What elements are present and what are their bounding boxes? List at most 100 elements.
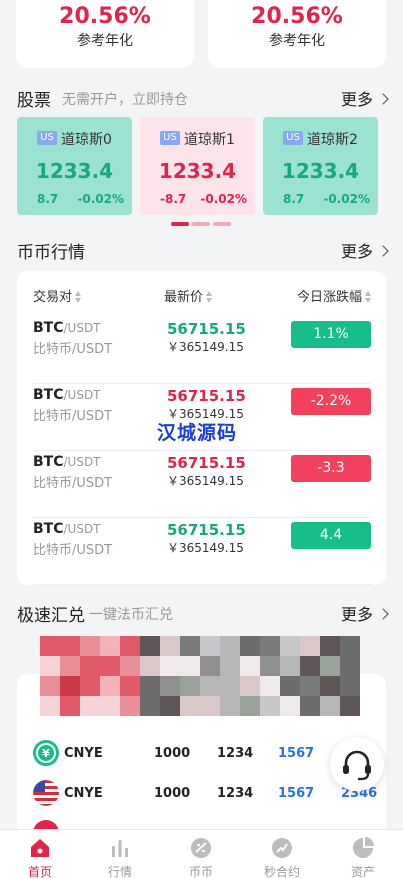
carousel-dot[interactable]: [213, 222, 231, 226]
stock-percent: -0.02%: [200, 192, 247, 206]
carousel-dot-active[interactable]: [171, 222, 189, 226]
nav-item-coin[interactable]: 币币: [161, 830, 241, 879]
stock-percent: -0.02%: [77, 192, 124, 206]
col-header-label: 交易对: [33, 290, 73, 305]
stock-name: 道琼斯1: [184, 132, 235, 148]
nav-label: 秒合约: [263, 865, 300, 879]
exchange-row[interactable]: ¥ CNYE 1000 1234 1567 2: [33, 740, 373, 768]
rate-value: 1234: [217, 786, 254, 801]
yield-cards: 20.56% 参考年化 20.56% 参考年化: [0, 0, 403, 70]
nav-item-market[interactable]: 行情: [80, 830, 160, 879]
chevron-right-icon: [377, 608, 389, 620]
bottom-nav: 首页 行情 币币 秒合约 资产: [0, 829, 403, 879]
nav-label: 资产: [350, 865, 375, 879]
us-flag-icon: [33, 780, 59, 806]
sort-icon: [365, 291, 371, 303]
change-badge[interactable]: -2.2%: [291, 388, 371, 415]
exchange-row[interactable]: CNYE 1000 1234 1567 2346: [33, 780, 377, 808]
rate-value: 1234: [217, 746, 254, 761]
pair-name: 比特币/USDT: [33, 476, 113, 491]
section-subtitle: 无需开户，立即持仓: [62, 92, 188, 108]
rate-value: 1000: [154, 786, 191, 801]
market-more-link[interactable]: 更多: [340, 238, 389, 262]
stock-price: 1233.4: [35, 159, 114, 183]
stock-price: 1233.4: [281, 159, 360, 183]
nav-label: 首页: [27, 865, 52, 879]
change-badge[interactable]: 4.4: [291, 522, 371, 549]
pixelated-region: [40, 636, 360, 716]
col-header-pair[interactable]: 交易对: [33, 286, 82, 305]
sort-icon: [75, 291, 82, 303]
quote-symbol: /USDT: [63, 522, 101, 536]
svg-text:¥: ¥: [42, 747, 50, 760]
rate-value: 1000: [154, 746, 191, 761]
exchange-section-header: 极速汇兑 一键法币汇兑 更多: [17, 601, 389, 626]
pair-name: 比特币/USDT: [33, 409, 113, 424]
stock-name: 道琼斯2: [307, 132, 358, 148]
us-badge: US: [160, 131, 180, 145]
yield-card[interactable]: 20.56% 参考年化: [208, 0, 386, 68]
stock-price: 1233.4: [158, 159, 237, 183]
col-header-change[interactable]: 今日涨跌幅: [297, 286, 371, 305]
coin-icon: [191, 838, 211, 858]
carousel-dot[interactable]: [192, 222, 210, 226]
us-badge: US: [37, 131, 57, 145]
last-price: 56715.15: [167, 387, 246, 405]
pair-name: 比特币/USDT: [33, 342, 113, 357]
sort-icon: [206, 291, 213, 303]
section-title: 极速汇兑: [17, 606, 85, 626]
currency-code: CNYE: [64, 746, 103, 761]
stocks-section-header: 股票 无需开户，立即持仓 更多: [17, 86, 389, 111]
exchange-more-link[interactable]: 更多: [340, 601, 389, 625]
yield-label: 参考年化: [77, 33, 133, 49]
nav-item-assets[interactable]: 资产: [323, 830, 403, 879]
stock-change: -8.7: [160, 192, 187, 206]
quote-symbol: /USDT: [63, 321, 101, 335]
customer-service-button[interactable]: [330, 737, 384, 791]
bar-chart-icon: [112, 840, 128, 857]
base-symbol: BTC: [33, 454, 64, 470]
table-row[interactable]: BTC/USDT 比特币/USDT 56715.15 ￥365149.15 1.…: [33, 318, 371, 384]
base-symbol: BTC: [33, 521, 64, 537]
section-title: 股票: [17, 91, 51, 111]
table-row[interactable]: BTC/USDT 比特币/USDT 56715.15 ￥365149.15 -3…: [33, 452, 371, 518]
nav-item-contract[interactable]: 秒合约: [242, 830, 322, 879]
stock-change: 8.7: [37, 192, 59, 206]
yield-value: 20.56%: [251, 4, 343, 29]
pair-name: 比特币/USDT: [33, 543, 113, 558]
yield-card[interactable]: 20.56% 参考年化: [16, 0, 194, 68]
headset-icon: [343, 750, 371, 781]
last-price: 56715.15: [167, 454, 246, 472]
stock-card[interactable]: US 道琼斯2 1233.4 8.7 -0.02%: [263, 117, 378, 215]
stock-card[interactable]: US 道琼斯1 1233.4 -8.7 -0.02%: [140, 117, 255, 215]
more-label: 更多: [340, 90, 373, 109]
nav-item-home[interactable]: 首页: [0, 830, 80, 879]
cny-price: ￥365149.15: [167, 340, 244, 354]
base-symbol: BTC: [33, 320, 64, 336]
market-section-header: 币币行情 更多: [17, 238, 389, 263]
pair-symbol: BTC/USDT: [33, 454, 101, 470]
more-label: 更多: [340, 605, 373, 624]
currency-code: CNYE: [64, 786, 103, 801]
nav-label: 行情: [107, 865, 132, 879]
rate-value: 1567: [278, 786, 315, 801]
change-badge[interactable]: -3.3: [291, 455, 371, 482]
pair-symbol: BTC/USDT: [33, 320, 101, 336]
change-badge[interactable]: 1.1%: [291, 321, 371, 348]
yield-value: 20.56%: [59, 4, 151, 29]
us-badge: US: [283, 131, 303, 145]
more-label: 更多: [340, 242, 373, 261]
quote-symbol: /USDT: [63, 388, 101, 402]
stock-card[interactable]: US 道琼斯0 1233.4 8.7 -0.02%: [17, 117, 132, 215]
watermark-text: 汉城源码: [157, 422, 238, 444]
nav-label: 币币: [188, 865, 213, 879]
section-subtitle: 一键法币汇兑: [89, 607, 173, 623]
chevron-right-icon: [377, 93, 389, 105]
cnye-coin-icon: ¥: [33, 740, 59, 766]
last-price: 56715.15: [167, 521, 246, 539]
col-header-price[interactable]: 最新价: [164, 286, 213, 305]
table-row[interactable]: BTC/USDT 比特币/USDT 56715.15 ￥365149.15 4.…: [33, 519, 371, 585]
contract-icon: [272, 838, 292, 858]
stocks-more-link[interactable]: 更多: [340, 86, 389, 110]
chevron-right-icon: [377, 245, 389, 257]
